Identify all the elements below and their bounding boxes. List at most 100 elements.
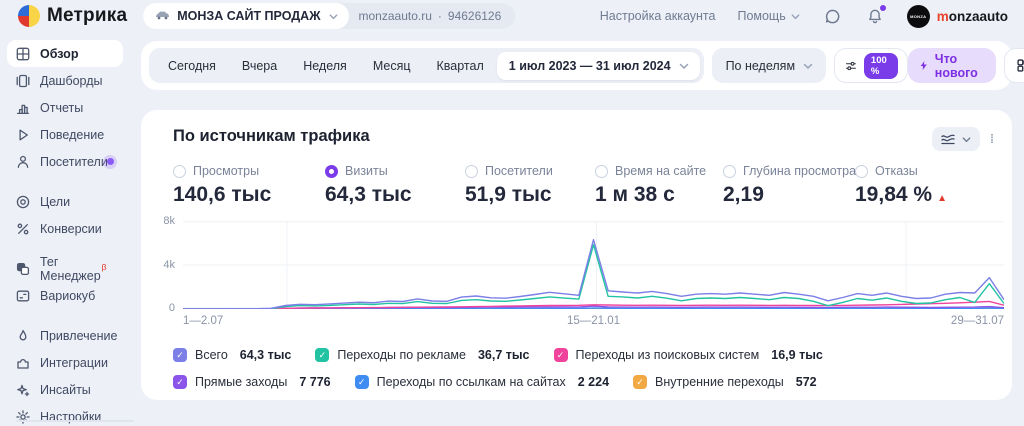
counter-name-dropdown[interactable]: МОНЗА САЙТ ПРОДАЖ xyxy=(143,3,349,29)
metric-option[interactable]: Глубина просмотра 2,19 xyxy=(723,164,856,207)
legend-item[interactable]: ✓ Переходы из поисковых систем 16,9 тыс xyxy=(553,348,823,362)
reports-icon xyxy=(15,100,31,116)
add-button[interactable]: Добавить xyxy=(1003,48,1024,83)
metric-option[interactable]: Просмотры 140,6 тыс xyxy=(173,164,325,207)
metric-radio[interactable] xyxy=(595,164,608,178)
quick-range-button[interactable]: Квартал xyxy=(424,59,497,73)
metric-radio[interactable] xyxy=(173,164,186,178)
legend-checkbox[interactable]: ✓ xyxy=(315,348,330,362)
car-icon xyxy=(155,9,170,23)
quick-range-button[interactable]: Вчера xyxy=(229,59,290,73)
sidebar-item-goals[interactable]: Цели xyxy=(7,188,123,215)
sidebar-item-insights[interactable]: Инсайты xyxy=(7,376,123,403)
sidebar-item-visitors[interactable]: Посетители xyxy=(7,148,123,175)
metrica-logo[interactable]: Метрика xyxy=(18,5,127,27)
metric-value: 51,9 тыс xyxy=(465,183,552,206)
sidebar-item-variocube[interactable]: Вариокуб xyxy=(7,282,123,309)
variocube-icon xyxy=(15,288,31,304)
card-header: По источникам трафика ⁞ xyxy=(141,110,1012,151)
legend-value: 16,9 тыс xyxy=(771,348,823,362)
quick-range-button[interactable]: Неделя xyxy=(290,59,360,73)
quick-range-button[interactable]: Сегодня xyxy=(155,59,229,73)
chart-type-dropdown[interactable] xyxy=(932,127,980,151)
tag-manager-icon xyxy=(15,261,31,277)
user-menu[interactable]: MONZA monzaauto xyxy=(906,4,1008,28)
quick-range-button[interactable]: Месяц xyxy=(360,59,424,73)
sidebar-item-attraction[interactable]: Привлечение xyxy=(7,322,123,349)
sidebar-group: Обзор Дашборды Отчеты Поведение Посетители xyxy=(7,40,123,175)
metric-label: Визиты xyxy=(345,164,388,178)
counter-separator: · xyxy=(437,9,442,23)
trend-up-icon: ▲ xyxy=(937,193,947,204)
insights-icon xyxy=(15,382,31,398)
chevron-down-icon xyxy=(329,13,337,19)
sidebar-item-label: Поведение xyxy=(40,127,105,142)
sidebar-group: Цели Конверсии xyxy=(7,188,123,242)
date-range-picker[interactable]: 1 июл 2023 — 31 июл 2024 xyxy=(496,51,700,80)
legend-checkbox[interactable]: ✓ xyxy=(173,348,187,362)
account-settings-link[interactable]: Настройка аккаунта xyxy=(600,9,716,23)
grouping-value: По неделям xyxy=(725,58,796,73)
whats-new-button[interactable]: Что нового xyxy=(907,48,996,83)
sidebar-item-tag-manager[interactable]: Тег Менеджерβ xyxy=(7,254,123,283)
sidebar-item-label: Отчеты xyxy=(40,100,84,115)
metric-option[interactable]: Время на сайте 1 м 38 с xyxy=(595,164,723,207)
sidebar-item-integrations[interactable]: Интеграции xyxy=(7,349,123,376)
legend-checkbox[interactable]: ✓ xyxy=(553,348,568,362)
y-tick-label: 0 xyxy=(168,302,175,314)
metric-radio[interactable] xyxy=(723,164,736,178)
sidebar-group: Тег Менеджерβ Вариокуб xyxy=(7,255,123,309)
metric-radio[interactable] xyxy=(325,164,338,178)
legend-value: 572 xyxy=(795,375,817,389)
main-area: Сегодня Вчера Неделя Месяц Квартал 1 июл 202… xyxy=(130,32,1024,426)
lightning-icon xyxy=(920,61,927,70)
metric-value: 19,84 % ▲ xyxy=(855,183,947,206)
sidebar-divider xyxy=(16,420,134,422)
metric-radio[interactable] xyxy=(855,164,868,178)
sidebar-item-label: Инсайты xyxy=(40,382,91,397)
sampling-settings-button[interactable]: 100 % xyxy=(834,48,908,83)
sidebar-item-conversions[interactable]: Конверсии xyxy=(7,215,123,242)
sidebar-item-label: Посетители xyxy=(40,154,108,169)
legend-item[interactable]: ✓ Переходы по ссылкам на сайтах 2 224 xyxy=(354,375,609,389)
sidebar-item-behavior[interactable]: Поведение xyxy=(7,121,123,148)
metric-option[interactable]: Посетители 51,9 тыс xyxy=(465,164,595,207)
sidebar-item-reports[interactable]: Отчеты xyxy=(7,94,123,121)
date-range-value: 1 июл 2023 — 31 июл 2024 xyxy=(508,58,671,73)
legend-item[interactable]: ✓ Переходы по рекламе 36,7 тыс xyxy=(315,348,530,362)
legend-checkbox[interactable]: ✓ xyxy=(633,375,648,389)
sidebar-group: Привлечение Интеграции Инсайты Настройки xyxy=(7,322,123,426)
sidebar-item-dashboards[interactable]: Дашборды xyxy=(7,67,123,94)
legend-item[interactable]: ✓ Всего 64,3 тыс xyxy=(173,348,291,362)
sidebar-item-label: Тег Менеджерβ xyxy=(40,254,107,283)
sidebar-item-label: Цели xyxy=(40,194,71,209)
metric-option[interactable]: Отказы 19,84 % ▲ xyxy=(855,164,1012,207)
settings-icon xyxy=(15,409,31,425)
help-dropdown[interactable]: Помощь xyxy=(737,9,800,23)
y-tick-label: 4k xyxy=(163,259,175,271)
sliders-icon xyxy=(846,61,856,70)
legend-item[interactable]: ✓ Внутренние переходы 572 xyxy=(633,375,817,389)
chart-area[interactable]: 8k 4k 0 xyxy=(163,215,1004,314)
sidebar-item-overview[interactable]: Обзор xyxy=(7,40,123,67)
grouping-dropdown[interactable]: По неделям xyxy=(711,48,827,83)
chevron-down-icon xyxy=(791,13,800,19)
metric-radio[interactable] xyxy=(465,164,478,178)
metric-value: 2,19 xyxy=(723,183,764,206)
chat-icon[interactable] xyxy=(823,6,843,26)
sidebar-item-settings[interactable]: Настройки xyxy=(7,403,123,426)
notifications-bell-icon[interactable] xyxy=(865,5,886,26)
card-kebab-menu[interactable]: ⁞ xyxy=(990,133,994,145)
metric-selected[interactable]: Визиты 64,3 тыс xyxy=(325,164,465,207)
legend-item[interactable]: ✓ Прямые заходы 7 776 xyxy=(173,375,331,389)
legend-checkbox[interactable]: ✓ xyxy=(173,375,187,389)
legend-label: Переходы по рекламе xyxy=(337,348,466,362)
x-tick-label: 15—21.01 xyxy=(566,315,621,327)
metric-label: Время на сайте xyxy=(615,164,707,178)
visitors-icon xyxy=(15,154,31,170)
counter-domain-id[interactable]: monzaauto.ru · 94626126 xyxy=(349,3,516,29)
legend-checkbox[interactable]: ✓ xyxy=(354,375,369,389)
line-chart xyxy=(183,221,1004,309)
top-header: Метрика МОНЗА САЙТ ПРОДАЖ monzaauto.ru ·… xyxy=(0,0,1024,32)
sidebar-item-label: Обзор xyxy=(40,46,79,61)
